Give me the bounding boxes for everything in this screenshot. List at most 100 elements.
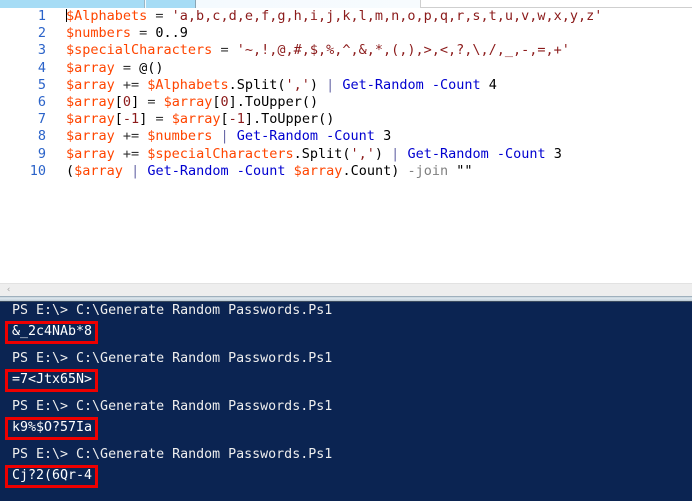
code-line[interactable]: 1 $Alphabets = 'a,b,c,d,e,f,g,h,i,j,k,l,m… [0, 8, 692, 25]
console-run: PS E:\> C:\Generate Random Passwords.Ps1… [0, 350, 692, 398]
code-token: [ [212, 93, 221, 110]
console-spacer [0, 389, 692, 398]
code-token: .Split( [293, 145, 351, 162]
code-token: | [391, 145, 408, 162]
code-token: ( [66, 162, 75, 179]
code-token: .ToUpper() [236, 93, 319, 110]
code-line[interactable]: 3 $specialCharacters = '~,!,@,#,$,%,^,&,*… [0, 42, 692, 59]
code-token: $array [66, 128, 115, 145]
code-text: $specialCharacters = '~,!,@,#,$,%,^,&,*,… [46, 42, 570, 59]
code-token: 0..9 [155, 25, 188, 42]
code-token: 0 [220, 93, 229, 110]
side-panel-header [420, 0, 692, 8]
code-token: = [147, 8, 172, 24]
code-token: $array [171, 111, 221, 128]
code-token: $array [66, 145, 115, 162]
code-token: Get-Random [147, 162, 229, 179]
console-spacer [0, 341, 692, 350]
code-token: [ [220, 111, 229, 128]
code-token: .ToUpper() [253, 111, 335, 128]
code-line[interactable]: 8 $array += $numbers | Get-Random -Count … [0, 128, 692, 145]
code-token: Split( [236, 76, 286, 93]
line-number: 8 [37, 128, 46, 145]
code-token: .Count) [342, 162, 400, 179]
line-number: 10 [29, 162, 46, 179]
generated-password: k9%$O?57Ia [12, 420, 93, 435]
generated-password: Cj?2(6Qr-4 [12, 468, 93, 483]
code-token: -1 [122, 111, 140, 128]
code-text: $array[-1] = $array[-1].ToUpper() [46, 111, 334, 128]
code-token: ',' [285, 76, 310, 93]
code-line[interactable]: 6 $array[0] = $array[0].ToUpper() [0, 94, 692, 111]
code-token: ) [374, 145, 392, 162]
console-spacer [0, 485, 692, 494]
line-number: 3 [37, 42, 46, 59]
code-token: $array [74, 162, 123, 179]
code-line[interactable]: 4 $array = @() [0, 60, 692, 77]
code-text: $array += $Alphabets.Split(',') | Get-Ra… [46, 77, 497, 94]
code-token: -Count [431, 76, 481, 93]
code-token: "" [448, 162, 473, 179]
code-token: = [212, 42, 237, 59]
code-token: = [131, 25, 156, 42]
code-token: 3 [374, 128, 392, 145]
code-token: $array [66, 111, 115, 128]
code-token: += [114, 145, 148, 162]
code-token: ] [228, 93, 237, 110]
editor-horizontal-scrollbar[interactable]: ‹ [0, 283, 692, 296]
line-number: 1 [37, 8, 46, 24]
code-line[interactable]: 10 ($array | Get-Random -Count $array.Cou… [0, 163, 692, 180]
script-editor-pane[interactable]: 1 $Alphabets = 'a,b,c,d,e,f,g,h,i,j,k,l,m… [0, 8, 692, 283]
code-text: $array[0] = $array[0].ToUpper() [46, 94, 318, 111]
code-token: $Alphabets [147, 76, 229, 93]
code-token: Get-Random [342, 76, 424, 93]
code-token: | [326, 76, 343, 93]
line-number: 7 [37, 111, 46, 128]
code-token: ] [244, 111, 254, 128]
console-run: PS E:\> C:\Generate Random Passwords.Ps1… [0, 446, 692, 494]
code-token: $numbers [147, 128, 213, 145]
code-line[interactable]: 5 $array += $Alphabets.Split(',') | Get-R… [0, 77, 692, 94]
editor-tab-active[interactable] [0, 0, 145, 8]
code-token: [ [114, 111, 123, 128]
powershell-console-pane[interactable]: PS E:\> C:\Generate Random Passwords.Ps1… [0, 302, 692, 501]
line-number: 5 [37, 76, 46, 93]
code-token: = [139, 93, 164, 110]
code-line[interactable]: 9 $array += $specialCharacters.Split(',')… [0, 146, 692, 163]
code-token: $array [66, 93, 115, 110]
console-output: PS E:\> C:\Generate Random Passwords.Ps1… [0, 302, 692, 494]
code-token: | [131, 162, 148, 179]
code-token: ',' [350, 145, 375, 162]
console-spacer [0, 437, 692, 446]
console-run: PS E:\> C:\Generate Random Passwords.Ps1… [0, 302, 692, 350]
code-token: $specialCharacters [66, 42, 213, 59]
code-token: Get-Random [407, 145, 489, 162]
code-token: $numbers [66, 25, 132, 42]
line-number: 6 [37, 93, 46, 110]
window-top-strip [0, 0, 692, 8]
code-token: = [114, 59, 140, 76]
code-token: -Count [236, 162, 286, 179]
code-token: . [228, 76, 237, 93]
editor-tab-secondary[interactable] [146, 0, 196, 8]
code-token: ] [131, 93, 140, 110]
code-token: $array [66, 76, 115, 93]
code-token: $array [293, 162, 343, 179]
code-line[interactable]: 7 $array[-1] = $array[-1].ToUpper() [0, 111, 692, 128]
code-text: $Alphabets = 'a,b,c,d,e,f,g,h,i,j,k,l,m,… [46, 8, 602, 25]
code-token: $array [163, 93, 213, 110]
code-token: [ [114, 93, 123, 110]
code-token: -1 [228, 111, 245, 128]
generated-password: &_2c4NAb*8 [12, 324, 93, 339]
code-line[interactable]: 2 $numbers = 0..9 [0, 25, 692, 42]
generated-password: =7<Jtx65N> [12, 372, 93, 387]
code-token: $specialCharacters [147, 145, 294, 162]
line-number: 2 [37, 25, 46, 42]
code-token: | [220, 128, 237, 145]
